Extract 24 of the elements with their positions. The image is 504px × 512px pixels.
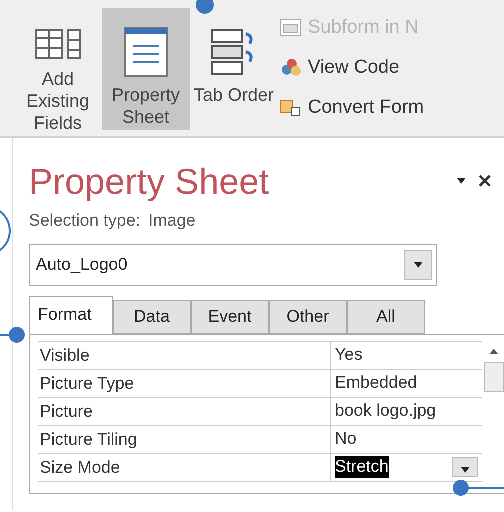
ribbon-button[interactable]: Convert Form xyxy=(280,90,424,126)
selection-type-value: Image xyxy=(148,210,196,232)
ribbon-button[interactable]: Property Sheet xyxy=(102,8,190,130)
ribbon-button[interactable]: Add Existing Fields xyxy=(14,8,102,130)
tab[interactable]: Event xyxy=(191,300,269,334)
object-select[interactable]: Auto_Logo0 xyxy=(29,244,437,286)
panel-title: Property Sheet xyxy=(29,162,270,202)
property-value[interactable]: Yes xyxy=(335,344,363,366)
property-value[interactable]: book logo.jpg xyxy=(335,400,436,422)
property-value[interactable]: Embedded xyxy=(335,372,418,394)
property-name: Visible xyxy=(38,342,331,368)
tab[interactable]: All xyxy=(347,300,425,334)
property-value[interactable]: No xyxy=(335,428,357,450)
tab[interactable]: Other xyxy=(269,300,347,334)
property-name: Size Mode xyxy=(38,454,331,480)
selection-type-label: Selection type: xyxy=(29,210,141,232)
property-value[interactable]: Stretch xyxy=(335,456,389,478)
tab[interactable]: Data xyxy=(113,300,191,334)
ribbon-button[interactable]: View Code xyxy=(280,50,424,86)
ribbon-button[interactable]: Tab Order xyxy=(190,8,278,130)
property-name: Picture Tiling xyxy=(38,426,331,452)
property-name: Picture xyxy=(38,398,331,424)
tab[interactable]: Format xyxy=(29,296,113,334)
property-name: Picture Type xyxy=(38,370,331,396)
